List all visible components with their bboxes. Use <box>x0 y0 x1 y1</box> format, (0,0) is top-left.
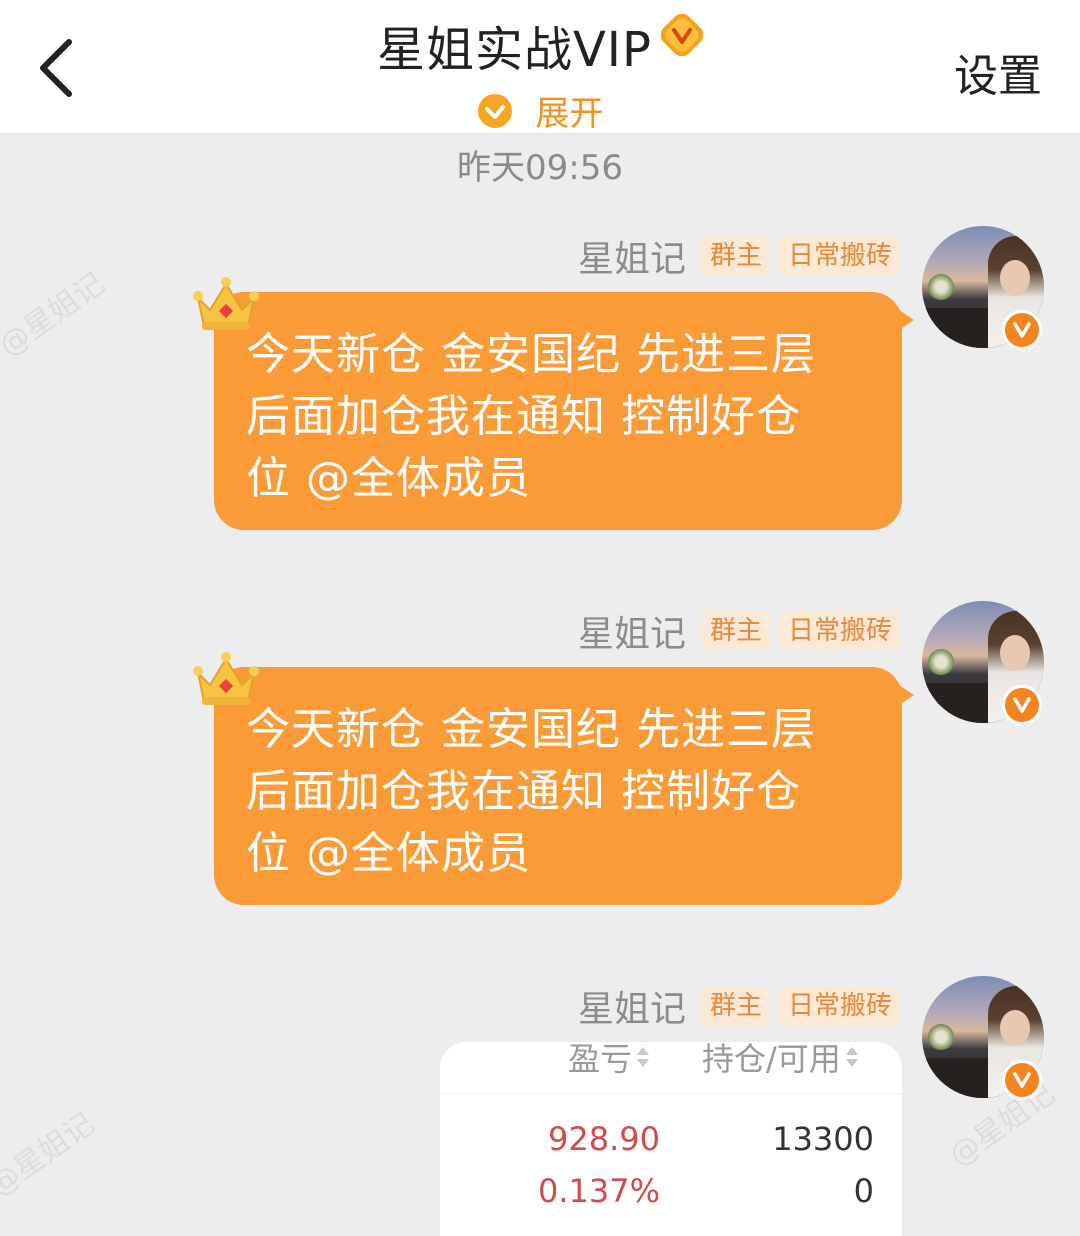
expand-label: 展开 <box>535 94 604 134</box>
message-line: 今天新仓 金安国纪 先进三层 <box>246 704 816 755</box>
message-bubble[interactable]: 今天新仓 金安国纪 先进三层 后面加仓我在通知 控制好仓 位 @全体成员 <box>214 292 902 530</box>
position-header-label: 持仓/可用 <box>702 1042 841 1078</box>
pnl-value: 928.90 <box>548 1120 660 1158</box>
image-message-card[interactable]: 盈亏 持仓/可用 928.90 0.137% 13300 0 <box>440 1042 902 1236</box>
chat-header: 星姐实战VIP 展开 设置 <box>0 0 1080 134</box>
watermark: @星姐记 <box>0 266 112 364</box>
position-column-header[interactable]: 持仓/可用 <box>702 1042 859 1080</box>
verified-v-icon <box>1002 685 1042 725</box>
sort-icon <box>637 1047 650 1067</box>
tag-title: 日常搬砖 <box>779 237 900 275</box>
tag-owner: 群主 <box>701 987 770 1025</box>
available-value: 0 <box>853 1172 874 1210</box>
sender-row: 星姐记 群主 日常搬砖 <box>578 234 900 280</box>
tag-title: 日常搬砖 <box>779 987 900 1025</box>
crown-icon <box>193 652 259 705</box>
settings-button[interactable]: 设置 <box>954 40 1042 104</box>
verified-v-icon <box>1002 1060 1042 1100</box>
tag-owner: 群主 <box>701 237 770 275</box>
crown-icon <box>193 277 259 330</box>
sender-row: 星姐记 群主 日常搬砖 <box>578 609 900 655</box>
timestamp: 昨天09:56 <box>457 148 623 188</box>
message-line: 后面加仓我在通知 控制好仓 <box>246 766 801 817</box>
tag-owner: 群主 <box>701 612 770 650</box>
check-circle-icon <box>477 93 512 128</box>
vip-v-badge-icon <box>660 13 704 60</box>
message-bubble[interactable]: 今天新仓 金安国纪 先进三层 后面加仓我在通知 控制好仓 位 @全体成员 <box>214 667 902 905</box>
expand-toggle[interactable]: 展开 <box>0 86 1080 135</box>
sender-name[interactable]: 星姐记 <box>578 980 686 1032</box>
message-line: 位 @全体成员 <box>246 828 531 879</box>
sender-name[interactable]: 星姐记 <box>578 605 686 657</box>
card-header: 盈亏 持仓/可用 <box>440 1042 902 1094</box>
pnl-column-header[interactable]: 盈亏 <box>568 1042 650 1080</box>
message-line: 后面加仓我在通知 控制好仓 <box>246 391 801 442</box>
position-value: 13300 <box>772 1120 874 1158</box>
sender-row: 星姐记 群主 日常搬砖 <box>578 984 900 1030</box>
message-line: 位 @全体成员 <box>246 453 531 504</box>
tag-title: 日常搬砖 <box>779 612 900 650</box>
chat-title[interactable]: 星姐实战VIP <box>377 10 652 80</box>
title-wrap: 星姐实战VIP <box>0 10 1080 80</box>
sort-icon <box>845 1047 858 1067</box>
pnl-header-label: 盈亏 <box>568 1042 633 1078</box>
sender-name[interactable]: 星姐记 <box>578 230 686 282</box>
watermark: @星姐记 <box>0 1106 102 1204</box>
pnl-percent: 0.137% <box>537 1172 660 1210</box>
verified-v-icon <box>1002 310 1042 350</box>
message-line: 今天新仓 金安国纪 先进三层 <box>246 329 816 380</box>
